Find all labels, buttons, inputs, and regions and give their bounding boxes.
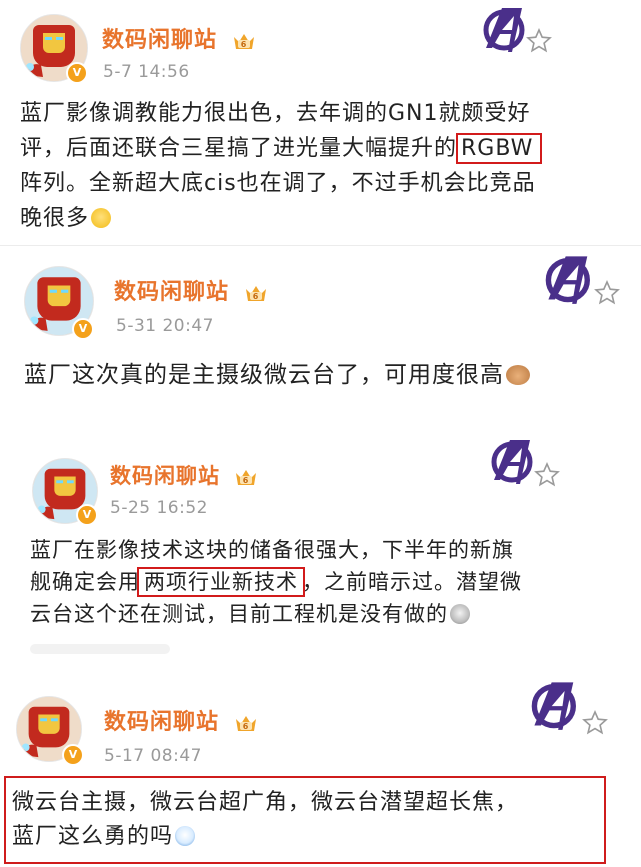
crown-badge-icon: 6 bbox=[236, 470, 257, 485]
username[interactable]: 数码闲聊站 6 bbox=[102, 22, 256, 54]
post-card-1: V 数码闲聊站 6 5-7 14:56 蓝厂影像调教能力很出色，去年调的GN1就… bbox=[0, 0, 641, 245]
crown-badge-icon: 6 bbox=[235, 716, 256, 731]
highlight-rgbw: RGBW bbox=[456, 133, 543, 164]
star-outline-icon[interactable] bbox=[594, 280, 620, 306]
crown-badge-icon: 6 bbox=[233, 34, 254, 49]
svg-text:6: 6 bbox=[242, 722, 249, 731]
post-card-4: V 数码闲聊站 6 5-17 08:47 微云台主摄，微云台超广角，微云台潜望超… bbox=[0, 670, 641, 867]
surprised-emoji-icon bbox=[175, 826, 196, 846]
highlight-new-tech: 两项行业新技术 bbox=[137, 567, 305, 597]
post-time: 5-7 14:56 bbox=[103, 62, 190, 82]
star-outline-icon[interactable] bbox=[534, 462, 560, 488]
post-text: 蓝厂影像调教能力很出色，去年调的GN1就颇受好 评，后面还联合三星搞了进光量大幅… bbox=[20, 96, 620, 236]
star-outline-icon[interactable] bbox=[582, 710, 608, 736]
svg-text:6: 6 bbox=[252, 292, 259, 301]
avengers-logo-icon bbox=[483, 8, 525, 52]
post-time: 5-25 16:52 bbox=[110, 498, 208, 518]
avengers-logo-icon bbox=[491, 440, 533, 484]
avengers-logo-icon bbox=[545, 256, 590, 304]
smile-emoji-icon bbox=[91, 208, 112, 228]
crown-badge-icon: 6 bbox=[245, 286, 266, 301]
username[interactable]: 数码闲聊站 6 bbox=[114, 274, 268, 306]
star-outline-icon[interactable] bbox=[526, 28, 552, 54]
username[interactable]: 数码闲聊站 6 bbox=[104, 704, 258, 736]
cool-emoji-icon bbox=[450, 604, 470, 624]
svg-text:6: 6 bbox=[240, 40, 247, 49]
post-card-2: V 数码闲聊站 6 5-31 20:47 蓝厂这次真的是主摄级微云台了，可用度很… bbox=[0, 246, 641, 408]
verified-badge: V bbox=[76, 504, 98, 526]
post-time: 5-31 20:47 bbox=[116, 316, 214, 336]
verified-badge: V bbox=[62, 744, 84, 766]
placeholder-bar bbox=[30, 644, 170, 654]
post-text: 蓝厂在影像技术这块的储备很强大，下半年的新旗 舰确定会用 两项行业新技术 ，之前暗示… bbox=[30, 538, 522, 626]
post-card-3: V 数码闲聊站 6 5-25 16:52 蓝厂在影像技术这块的储备很强大，下半年… bbox=[0, 430, 641, 658]
post-text: 蓝厂这次真的是主摄级微云台了，可用度很高 bbox=[24, 358, 530, 393]
avengers-logo-icon bbox=[531, 682, 576, 730]
verified-badge: V bbox=[66, 62, 88, 84]
username[interactable]: 数码闲聊站 6 bbox=[110, 460, 258, 490]
jerry-mouse-emoji-icon bbox=[506, 365, 530, 385]
svg-text:6: 6 bbox=[243, 476, 250, 485]
verified-badge: V bbox=[72, 318, 94, 340]
post-text: 微云台主摄，微云台超广角，微云台潜望超长焦， 蓝厂这么勇的吗 bbox=[12, 790, 519, 849]
post-time: 5-17 08:47 bbox=[104, 746, 202, 766]
